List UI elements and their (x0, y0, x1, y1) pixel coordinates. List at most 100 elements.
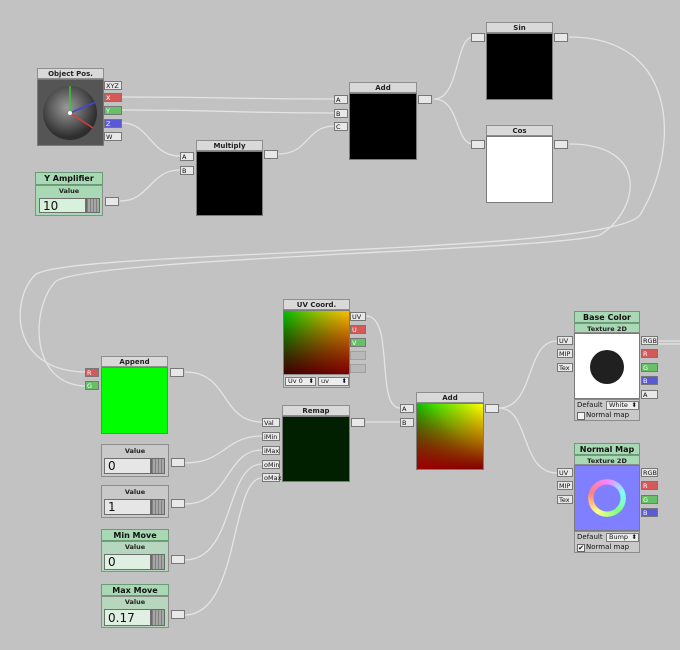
node-title[interactable]: UV Coord. (283, 299, 350, 310)
output-port-w[interactable]: W (104, 132, 122, 141)
node-title[interactable]: Add (349, 82, 417, 93)
output-port-xyz[interactable]: XYZ (104, 81, 122, 90)
node-title[interactable]: Cos (486, 125, 553, 136)
output-port-r[interactable]: R (641, 349, 658, 358)
output-port-disabled-1 (350, 351, 366, 360)
input-port-a[interactable]: A (180, 152, 194, 161)
output-port-v[interactable]: V (350, 338, 366, 347)
value-panel: Value (101, 541, 169, 572)
texture-sphere-icon (590, 350, 624, 384)
add-top-output-port[interactable] (418, 95, 432, 104)
value-drag-handle-icon[interactable] (151, 499, 165, 515)
multiply-preview (196, 151, 263, 216)
max-move-output-port[interactable] (171, 610, 185, 619)
value-0-input[interactable] (104, 458, 151, 474)
input-port-uv[interactable]: UV (557, 336, 573, 345)
input-port-b[interactable]: B (400, 418, 414, 427)
input-port-omax[interactable]: oMax (262, 473, 281, 482)
input-port-r[interactable]: R (85, 368, 99, 377)
input-port-uv[interactable]: UV (557, 468, 573, 477)
node-title[interactable]: Add (416, 392, 484, 403)
output-port-u[interactable]: U (350, 325, 366, 334)
wire-basecolor-rgb-out (658, 340, 680, 345)
node-title[interactable]: Max Move (101, 584, 169, 596)
node-title[interactable]: Base Color (574, 311, 640, 323)
remap-preview (282, 416, 350, 482)
value-drag-handle-icon[interactable] (151, 609, 165, 626)
input-port-imin[interactable]: iMin (262, 432, 280, 441)
output-port-z[interactable]: Z (104, 119, 122, 128)
texture-subtitle-bar: Texture 2D (574, 455, 640, 465)
value-drag-handle-icon[interactable] (151, 458, 165, 474)
value-0-output-port[interactable] (171, 458, 185, 467)
normal-map-checkbox[interactable]: ✔ (577, 544, 585, 552)
node-title[interactable]: Remap (282, 405, 350, 416)
value-drag-handle-icon[interactable] (86, 198, 100, 213)
node-title[interactable]: Normal Map (574, 443, 640, 455)
output-port-a[interactable]: A (641, 390, 658, 399)
wire-maxmove-to-remap-omax (184, 477, 263, 616)
input-port-g[interactable]: G (85, 381, 99, 390)
output-port-g[interactable]: G (641, 363, 658, 372)
input-port-b[interactable]: B (180, 166, 194, 175)
append-output-port[interactable] (170, 368, 184, 377)
cos-input-port[interactable] (471, 140, 485, 149)
value-1-output-port[interactable] (171, 499, 185, 508)
input-port-val[interactable]: Val (262, 418, 280, 427)
node-title[interactable]: Object Pos. (37, 68, 104, 79)
output-port-y[interactable]: Y (104, 106, 122, 115)
input-port-c[interactable]: C (334, 122, 348, 131)
input-port-tex[interactable]: Tex (557, 495, 573, 504)
input-port-a[interactable]: A (334, 95, 348, 104)
input-port-omin[interactable]: oMin (262, 460, 280, 469)
wire-add-to-normalmap-uv (498, 407, 558, 474)
base-color-preview (574, 333, 640, 399)
append-preview (101, 367, 168, 434)
max-move-value-input[interactable] (104, 609, 151, 626)
input-port-b[interactable]: B (334, 109, 348, 118)
node-title[interactable]: Y Amplifier (35, 172, 103, 185)
sin-output-port[interactable] (554, 33, 568, 42)
wire-add-to-sin (433, 36, 474, 100)
min-move-output-port[interactable] (171, 555, 185, 564)
value-label: Value (58, 187, 80, 195)
multiply-output-port[interactable] (264, 150, 278, 159)
value-1-input[interactable] (104, 499, 151, 515)
sin-input-port[interactable] (471, 33, 485, 42)
normal-ring-icon (588, 479, 626, 517)
cos-output-port[interactable] (554, 140, 568, 149)
y-amplifier-output-port[interactable] (105, 197, 119, 206)
min-move-value-input[interactable] (104, 554, 151, 570)
texture-subtitle-bar: Texture 2D (574, 323, 640, 333)
input-port-a[interactable]: A (400, 404, 414, 413)
wire-add-to-cos (433, 98, 474, 145)
input-port-imax[interactable]: iMax (262, 446, 280, 455)
input-port-mip[interactable]: MIP (557, 481, 573, 490)
output-port-rgb[interactable]: RGB (641, 336, 658, 345)
add-top-preview (349, 93, 417, 160)
input-port-mip[interactable]: MIP (557, 349, 573, 358)
output-port-g[interactable]: G (641, 495, 658, 504)
default-texture-select[interactable]: Bump ⬍ (606, 533, 639, 542)
default-texture-select[interactable]: White ⬍ (606, 401, 639, 410)
input-port-tex[interactable]: Tex (557, 363, 573, 372)
remap-output-port[interactable] (351, 418, 365, 427)
uv-mode-select[interactable]: uv ⬍ (318, 377, 349, 386)
node-title[interactable]: Append (101, 356, 168, 367)
output-port-uv[interactable]: UV (350, 312, 366, 321)
output-port-b[interactable]: B (641, 376, 658, 385)
output-port-r[interactable]: R (641, 481, 658, 490)
sin-preview (486, 33, 553, 100)
add-bottom-output-port[interactable] (485, 404, 499, 413)
normal-map-checkbox[interactable] (577, 412, 585, 420)
value-drag-handle-icon[interactable] (151, 554, 165, 570)
output-port-b[interactable]: B (641, 508, 658, 517)
texture-options: Default White ⬍ Normal map (574, 399, 640, 421)
node-title[interactable]: Multiply (196, 140, 263, 151)
uv-channel-select[interactable]: Uv 0 ⬍ (285, 377, 316, 386)
node-title[interactable]: Min Move (101, 529, 169, 541)
y-amplifier-value-input[interactable] (39, 198, 86, 213)
output-port-rgb[interactable]: RGB (641, 468, 658, 477)
output-port-x[interactable]: X (104, 93, 122, 102)
node-title[interactable]: Sin (486, 22, 553, 33)
